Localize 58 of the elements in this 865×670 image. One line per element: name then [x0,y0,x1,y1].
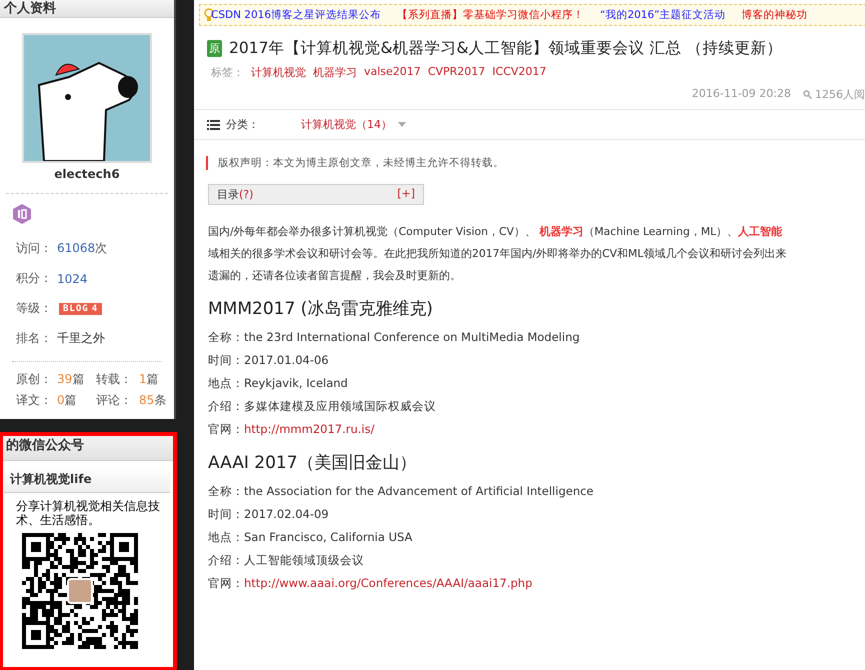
original-badge: 原 [207,40,222,57]
count-value: 39篇 [56,371,86,388]
article-title: 2017年【计算机视觉&机器学习&人工智能】领域重要会议 汇总 （持续更新） [229,38,782,59]
count-label: 译文： [16,392,53,409]
field-label: 官网： [208,576,244,590]
tag-link[interactable]: 机器学习 [313,65,357,80]
announcement-link[interactable]: “我的2016”主题征文活动 [600,8,726,22]
level-badge: BLOG 4 [59,302,102,314]
field-text: 时间：2017.01.04-06 [208,352,330,369]
field-text: 时间：2017.02.04-09 [208,506,330,523]
copyright-notice: 版权声明：本文为博主原创文章，未经博主允许不得转载。 [206,156,865,170]
count-value: 1篇 [138,371,160,388]
field-text: 介绍：人工智能领域顶级会议 [208,552,365,569]
announcement-link[interactable]: CSDN 2016博客之星评选结果公布 [211,8,381,22]
stat-value: 61068次 [57,240,108,257]
stat-label: 排名： [16,330,53,347]
post-date: 2016-11-09 20:28 [692,87,791,102]
field-text: 全称：the 23rd International Conference on MultiMedia Modeling [208,329,581,346]
website-link[interactable]: http://mmm2017.ru.is/ [244,422,374,436]
section-heading: MMM2017 (冰岛雷克雅维克) [208,298,434,320]
username[interactable]: electech6 [0,167,174,181]
tag-link[interactable]: valse2017 [364,65,421,80]
stat-value: 1024 [57,272,88,286]
category-label: 分类： [226,117,259,132]
count-label: 原创： [16,371,53,388]
tag-link[interactable]: CVPR2017 [428,65,486,80]
stat-value: 千里之外 [57,330,105,347]
tag-link[interactable]: ICCV2017 [492,65,546,80]
category-link[interactable]: 计算机视觉（14） [301,117,406,132]
field-text: 全称：the Association for the Advancement of Artificial Intelligence [208,483,595,500]
toc-title[interactable]: 目录(?) [217,187,254,202]
count-label: 评论： [96,392,134,409]
field-text: 介绍：多媒体建模及应用领域国际权威会议 [208,398,437,415]
medal-icon [12,204,32,224]
list-icon [207,120,220,130]
count-label: 转载： [96,371,134,388]
stat-label: 等级： [16,300,53,317]
count-value: 85条 [138,392,168,409]
toc-toggle[interactable]: [+] [397,187,415,202]
views-icon [803,90,812,99]
field-label: 官网： [208,422,244,436]
tag-link[interactable]: 计算机视觉 [251,65,306,80]
field-text: 地点：San Francisco, California USA [208,529,414,546]
website-link[interactable]: http://www.aaai.org/Conferences/AAAI/aaai17.php [244,576,532,590]
count-value: 0篇 [56,392,78,409]
stat-label: 访问： [16,240,53,257]
caret-icon [398,122,406,127]
panel-title: 个人资料 [0,0,174,18]
announcement-link[interactable]: 博客的神秘功 [742,8,808,22]
field-text: 地点：Reykjavik, Iceland [208,375,349,392]
section-heading: AAAI 2017（美国旧金山） [208,452,418,474]
account-description: 分享计算机视觉相关信息技术、生活感悟。 [15,498,161,529]
view-count: 1256人阅 [815,87,865,102]
intro-paragraph: 国内/外每年都会举办很多计算机视觉（Computer Vision，CV）、 机器学习（Machine Learning，ML）、人工智能 域相关的很多学术会议和研讨会等。在此把我所知道的2017年国内/外即将举办的CV和ML领域几个会议和研讨会列出来 遗漏的，还请各位读者留言提醒，我会及时更新的。 [208,224,788,284]
panel-title: 的微信公众号 [0,433,176,461]
tags-label: 标签： [211,65,244,80]
announcement-link[interactable]: 【系列直播】零基础学习微信小程序！ [397,8,584,22]
stat-label: 积分： [16,270,53,287]
